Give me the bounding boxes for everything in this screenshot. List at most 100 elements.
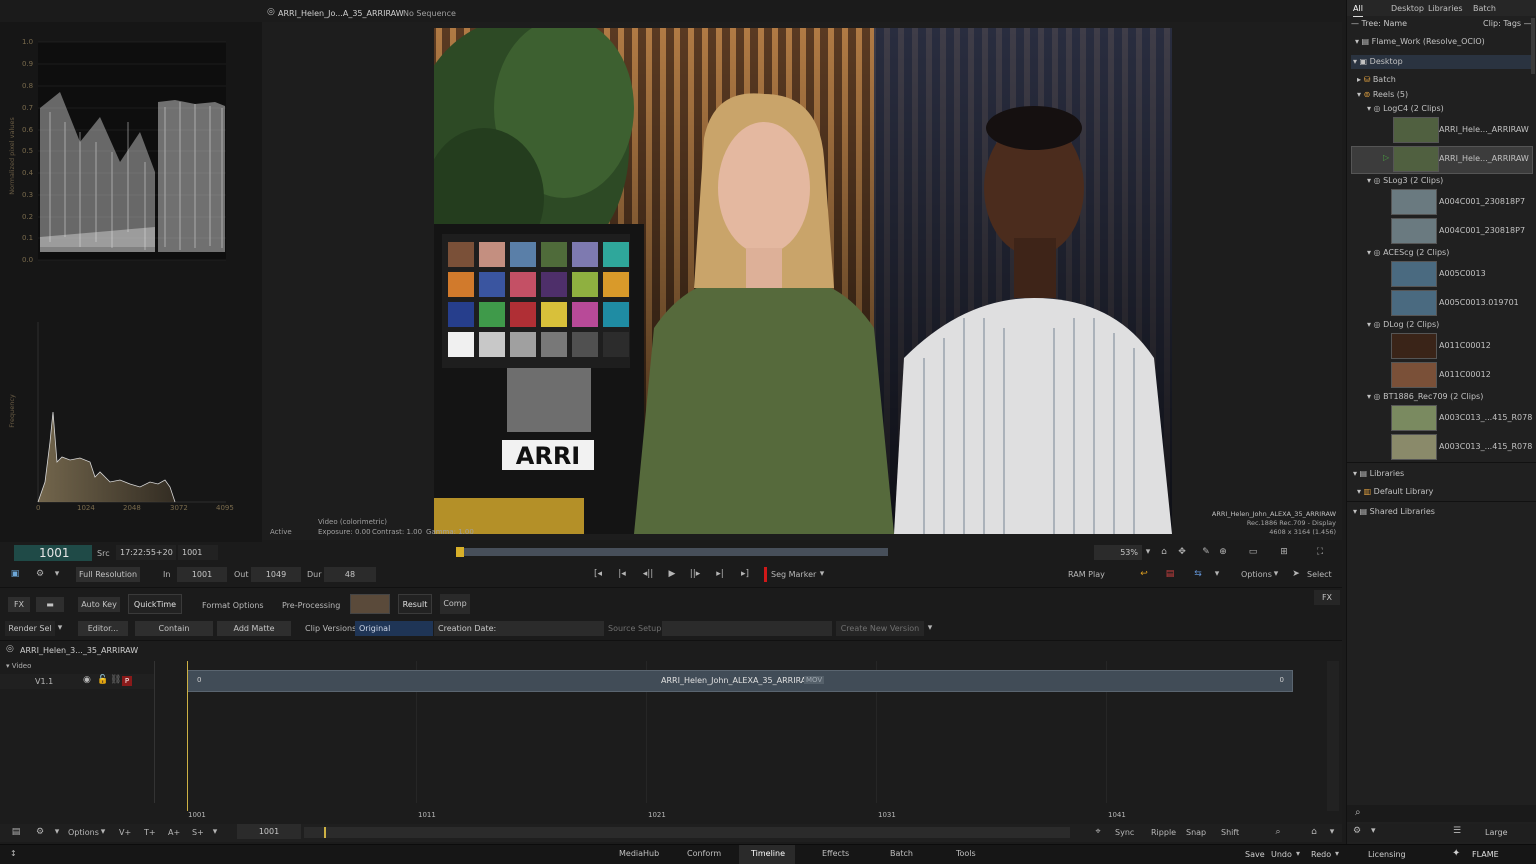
clip-name[interactable]: A011C00012	[1439, 339, 1491, 353]
clip-thumbnail[interactable]	[1393, 146, 1439, 172]
licensing-button[interactable]: Licensing	[1368, 850, 1406, 859]
in-field[interactable]: 1001	[177, 567, 227, 582]
shift-button[interactable]: Shift	[1221, 825, 1239, 840]
full-resolution-button[interactable]: Full Resolution	[76, 567, 140, 582]
clip-name[interactable]: ARRI_Hele..._ARRIRAW	[1439, 152, 1529, 166]
tree-reels[interactable]: ▾ ⊚ Reels (5)	[1357, 88, 1408, 102]
media-scrollbar[interactable]	[1531, 18, 1535, 74]
auto-key-button[interactable]: Auto Key	[78, 597, 120, 612]
comp-tab[interactable]: Comp	[440, 594, 470, 614]
timeline-scrollbar[interactable]	[304, 827, 1070, 838]
select-cursor-icon[interactable]: ➤	[1290, 567, 1302, 582]
overlay-icon[interactable]: ⊞	[1277, 545, 1291, 560]
play-icon[interactable]: ▶	[664, 567, 680, 582]
go-to-start-icon[interactable]: |◂	[614, 567, 630, 582]
list-view-icon[interactable]: ☰	[1453, 826, 1461, 836]
tree-default-library[interactable]: ▾ ▥ Default Library	[1357, 485, 1433, 499]
render-sel-button[interactable]: Render Sel	[5, 621, 55, 636]
src-frame[interactable]: 1001	[178, 545, 218, 560]
timeline-search-icon[interactable]: ⌕	[1271, 825, 1285, 840]
media-tab-desktop[interactable]: Desktop	[1391, 2, 1424, 16]
source-setup-field[interactable]	[662, 621, 832, 636]
media-search-bar[interactable]: ⌕	[1347, 805, 1536, 822]
out-field[interactable]: 1049	[251, 567, 301, 582]
go-to-in-icon[interactable]: [◂	[590, 567, 606, 582]
ripple-button[interactable]: Ripple	[1151, 825, 1176, 840]
footer-tab[interactable]: Batch	[890, 849, 913, 858]
settings-gear-icon[interactable]: ⚙	[33, 567, 47, 582]
footer-tab[interactable]: Effects	[822, 849, 849, 858]
tree-sort-label[interactable]: — Tree: Name	[1351, 17, 1407, 31]
footer-tab[interactable]: Timeline	[751, 849, 785, 858]
options-button[interactable]: Options	[1241, 567, 1272, 582]
reel-group[interactable]: ▾ ◎ DLog (2 Clips)	[1367, 318, 1439, 332]
clip-name[interactable]: ARRI_Hele..._ARRIRAW	[1439, 123, 1529, 137]
seg-marker-button[interactable]: Seg Marker	[771, 567, 816, 582]
tree-libraries[interactable]: ▾ ▤ Libraries	[1353, 467, 1404, 481]
clip-thumbnail[interactable]	[1391, 434, 1437, 460]
thumbnail-toggle-button[interactable]: ▬	[36, 597, 64, 612]
swap-dropdown-icon[interactable]: ▾	[1212, 567, 1222, 582]
redo-dropdown-icon[interactable]: ▾	[1335, 849, 1339, 858]
track-visibility-icon[interactable]: ◉	[83, 675, 91, 685]
home-icon[interactable]: ⌂	[1157, 545, 1171, 560]
render-sel-dropdown-icon[interactable]: ▾	[55, 621, 65, 636]
tree-batch[interactable]: ▸ ⛁ Batch	[1357, 73, 1396, 87]
scrub-playhead[interactable]	[456, 547, 464, 557]
reel-group[interactable]: ▾ ◎ SLog3 (2 Clips)	[1367, 174, 1443, 188]
move-icon[interactable]: ✥	[1175, 545, 1189, 560]
viewer-area[interactable]: ARRI Active Video (colorimetric) Exposur…	[262, 22, 1342, 540]
create-new-version-button[interactable]: Create New Version	[836, 621, 924, 636]
current-frame-field[interactable]: 1001	[237, 824, 301, 839]
track-link-icon[interactable]: ⛓	[110, 675, 121, 685]
clip-thumbnail[interactable]	[1391, 333, 1437, 359]
clip-name[interactable]: A005C0013.019701	[1439, 296, 1519, 310]
contain-button[interactable]: Contain	[135, 621, 213, 636]
target-icon[interactable]: ⊕	[1216, 545, 1230, 560]
tree-desktop[interactable]: ▾ ▣ Desktop	[1353, 55, 1403, 69]
media-tab-libraries[interactable]: Libraries	[1428, 2, 1463, 16]
select-button[interactable]: Select	[1307, 567, 1332, 582]
link-icon[interactable]: ↩	[1136, 567, 1152, 582]
track-lock-icon[interactable]: 🔓	[97, 675, 108, 685]
clip-name[interactable]: A003C013_...415_R078	[1439, 411, 1532, 425]
track-primary-badge[interactable]: P	[122, 676, 132, 686]
clip-name[interactable]: A003C013_...415_R078	[1439, 440, 1532, 454]
add-matte-button[interactable]: Add Matte	[217, 621, 291, 636]
timeline-options-dropdown-icon[interactable]: ▾	[98, 825, 108, 840]
timeline-segment[interactable]: 0 ARRI_Helen_John_ALEXA_35_ARRIRAW MOV 0	[187, 670, 1293, 692]
viewer-mode-icon[interactable]: ▣	[7, 567, 23, 582]
media-tab-all[interactable]: All	[1353, 2, 1363, 17]
media-tab-batch[interactable]: Batch	[1473, 2, 1496, 16]
tree-shared-libraries[interactable]: ▾ ▤ Shared Libraries	[1353, 505, 1435, 519]
reel-group[interactable]: ▾ ◎ BT1886_Rec709 (2 Clips)	[1367, 390, 1483, 404]
clip-name[interactable]: A011C00012	[1439, 368, 1491, 382]
clip-name[interactable]: A004C001_230818P7	[1439, 224, 1525, 238]
clip-thumbnail[interactable]	[1391, 290, 1437, 316]
editor-button[interactable]: Editor...	[78, 621, 128, 636]
media-search-icon[interactable]: ⌕	[1355, 807, 1361, 818]
footer-tab[interactable]: MediaHub	[619, 849, 659, 858]
timeline-gear-icon[interactable]: ⚙	[33, 825, 47, 840]
clip-name[interactable]: A004C001_230818P7	[1439, 195, 1525, 209]
thumb-size-button[interactable]: Large	[1485, 828, 1508, 837]
format-options-tab[interactable]: Format Options	[202, 598, 264, 613]
timeline-playhead[interactable]	[187, 661, 188, 811]
save-button[interactable]: Save	[1245, 850, 1265, 859]
settings-dropdown-icon[interactable]: ▾	[52, 567, 62, 582]
timeline-vscroll[interactable]	[1327, 661, 1339, 811]
eyedropper-icon[interactable]: ✎	[1199, 545, 1213, 560]
footer-corner-icon[interactable]: ↕	[10, 849, 17, 858]
timeline-ruler[interactable]: 1001 1011 1021 1031 1041	[0, 803, 1330, 823]
t-plus-button[interactable]: T+	[144, 825, 156, 840]
clip-thumbnail[interactable]	[1391, 218, 1437, 244]
scrub-bar[interactable]	[456, 547, 888, 557]
fullscreen-icon[interactable]: ⛶	[1313, 545, 1327, 560]
undo-dropdown-icon[interactable]: ▾	[1296, 849, 1300, 858]
video-track-header[interactable]: ▾ Video	[6, 662, 31, 670]
track-header-v1[interactable]: V1.1 ◉ 🔓 ⛓ P	[0, 674, 154, 689]
layout-icon[interactable]: ▤	[8, 825, 24, 840]
timeline-options-button[interactable]: Options	[68, 825, 99, 840]
step-forward-icon[interactable]: ||▸	[687, 567, 703, 582]
timeline-home-icon[interactable]: ⌂	[1307, 825, 1321, 840]
